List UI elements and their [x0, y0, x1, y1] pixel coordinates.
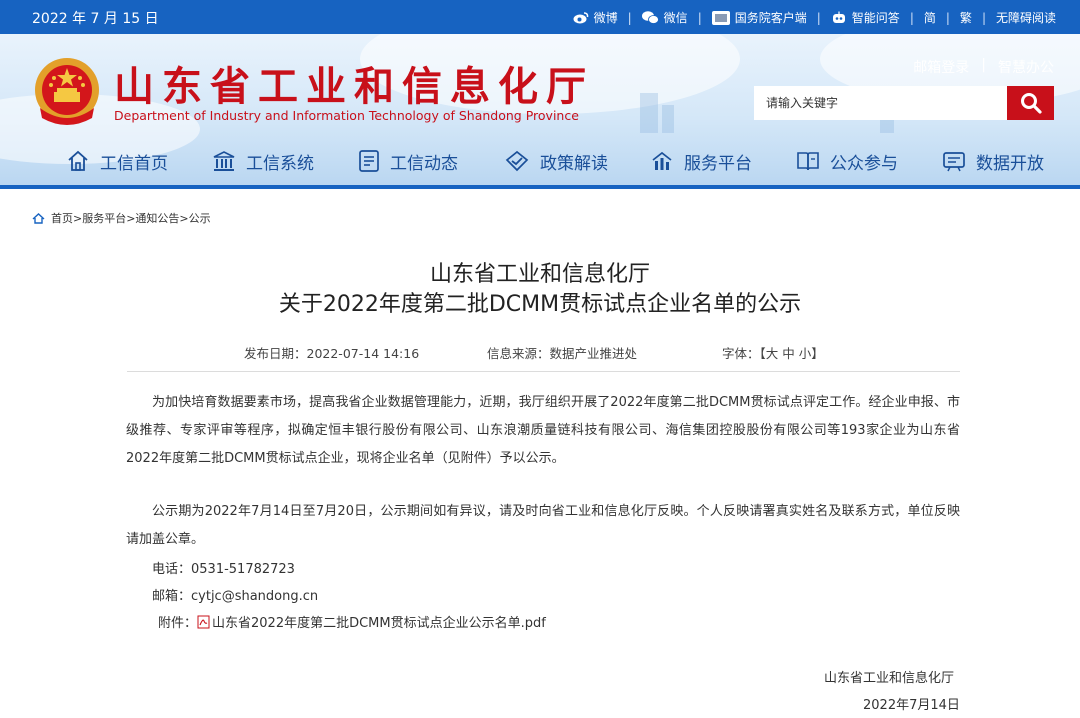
site-title: 山东省工业和信息化厅: [114, 63, 594, 110]
current-date: 2022 年 7 月 15 日: [32, 11, 159, 27]
decorative-skyline: [640, 93, 658, 133]
font-size-switcher[interactable]: 字体：【大 中 小】: [722, 343, 824, 362]
meta-divider: [127, 371, 960, 372]
divider: |: [627, 10, 632, 25]
home-icon: [32, 212, 45, 224]
accessibility-link[interactable]: 无障碍阅读: [996, 9, 1056, 26]
publish-date: 发布日期：2022-07-14 14:16: [244, 346, 420, 361]
divider: |: [945, 10, 950, 25]
contact-phone: 电话：0531-51782723: [152, 562, 295, 577]
search-box: [754, 86, 1054, 120]
state-council-app-link[interactable]: 国务院客户端: [711, 9, 807, 26]
nav-item-policy[interactable]: 政策解读: [504, 146, 608, 176]
article-title-line1: 山东省工业和信息化厅: [429, 262, 650, 287]
weibo-link[interactable]: 微博: [573, 9, 618, 26]
attachment-link[interactable]: 山东省2022年度第二批DCMM贯标试点企业公示名单.pdf: [212, 612, 546, 631]
home-icon: [68, 150, 88, 171]
article-title-line2: 关于2022年度第二批DCMM贯标试点企业名单的公示: [278, 292, 802, 317]
traditional-chinese-link[interactable]: 繁: [960, 9, 972, 26]
robot-icon: [832, 11, 845, 23]
mail-login-link[interactable]: 邮箱登录: [913, 57, 969, 77]
nav-item-system[interactable]: 工信系统: [212, 146, 314, 176]
divider: |: [697, 10, 702, 25]
top-bar: 2022 年 7 月 15 日 微博 | 微信 | 国务院客户端 | 智能问答 …: [0, 0, 1080, 34]
simplified-chinese-link[interactable]: 简: [924, 9, 936, 26]
signature-date: 2022年7月14日: [863, 698, 960, 713]
pdf-icon: [197, 615, 210, 628]
info-source: 信息来源：数据产业推进处: [487, 346, 638, 361]
divider: |: [909, 10, 914, 25]
news-icon: [359, 150, 379, 172]
state-council-app-icon: [711, 10, 730, 25]
breadcrumb-path[interactable]: 首页>服务平台>通知公告>公示: [51, 210, 211, 226]
breadcrumb: 首页>服务平台>通知公告>公示: [32, 210, 211, 226]
nav-item-public[interactable]: 公众参与: [796, 146, 898, 176]
attachment-label: 附件：: [158, 616, 198, 631]
divider: |: [981, 57, 986, 73]
weibo-icon: [573, 12, 588, 24]
nav-item-data[interactable]: 数据开放: [942, 146, 1044, 176]
search-input[interactable]: [754, 86, 1007, 120]
service-icon: [652, 151, 672, 170]
main-nav: 工信首页 工信系统 工信动态 政策解读 服务平台 公众参与 数据开放: [0, 146, 1080, 184]
user-links: 邮箱登录 | 智慧办公: [913, 57, 1054, 77]
policy-icon: [505, 150, 529, 172]
site-subtitle: Department of Industry and Information T…: [114, 108, 579, 123]
signature: 山东省工业和信息化厅: [824, 671, 955, 686]
nav-item-home[interactable]: 工信首页: [66, 146, 168, 176]
nav-divider: [0, 185, 1080, 189]
national-emblem-icon: [35, 58, 99, 125]
nav-item-news[interactable]: 工信动态: [358, 146, 458, 176]
book-icon: [797, 152, 819, 171]
decorative-skyline: [662, 105, 674, 133]
nav-item-service[interactable]: 服务平台: [650, 146, 752, 176]
search-button[interactable]: [1007, 86, 1054, 120]
search-icon: [1020, 93, 1042, 114]
wechat-link[interactable]: 微信: [641, 9, 688, 26]
top-links: 微博 | 微信 | 国务院客户端 | 智能问答 | 简 | 繁 | 无障碍阅读: [573, 9, 1056, 26]
wechat-icon: [641, 11, 659, 24]
article-paragraph-2: 公示期为2022年7月14日至7月20日，公示期间如有异议，请及时向省工业和信息…: [126, 504, 960, 547]
contact-email: 邮箱：cytjc@shandong.cn: [152, 589, 319, 604]
smart-office-link[interactable]: 智慧办公: [998, 57, 1054, 77]
attachment-row: 附件： 山东省2022年度第二批DCMM贯标试点企业公示名单.pdf: [158, 612, 546, 631]
institution-icon: [213, 151, 235, 171]
site-header: 山东省工业和信息化厅 Department of Industry and In…: [0, 34, 1080, 188]
data-icon: [943, 152, 965, 172]
smart-qa-link[interactable]: 智能问答: [831, 9, 900, 26]
article-paragraph-1: 为加快培育数据要素市场，提高我省企业数据管理能力，近期，我厅组织开展了2022年…: [126, 395, 960, 466]
divider: |: [816, 10, 821, 25]
divider: |: [981, 10, 986, 25]
